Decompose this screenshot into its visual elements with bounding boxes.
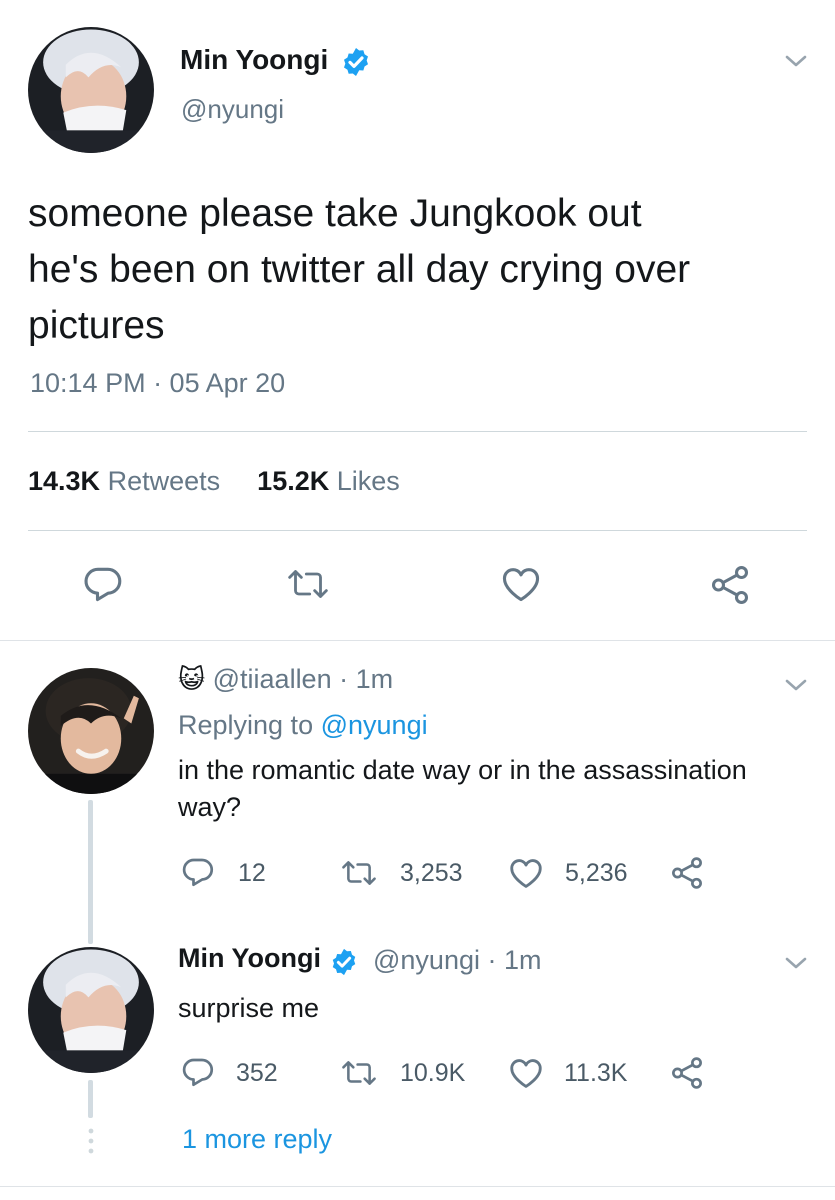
reply-header: 😺 @tiiaallen · 1m bbox=[178, 664, 393, 695]
chevron-down-icon[interactable] bbox=[781, 670, 811, 700]
reply-count: 12 bbox=[238, 859, 266, 887]
more-replies-link[interactable]: 1 more reply bbox=[182, 1124, 332, 1155]
retweets-stat[interactable]: 14.3K Retweets bbox=[28, 466, 228, 496]
divider bbox=[28, 530, 807, 531]
reply-handle-time: @nyungi · 1m bbox=[373, 945, 542, 976]
cat-emoji-icon: 😺 bbox=[178, 664, 206, 694]
verified-badge-icon bbox=[329, 947, 359, 977]
likes-stat[interactable]: 15.2K Likes bbox=[257, 466, 400, 496]
divider bbox=[0, 1186, 835, 1187]
reply-icon[interactable] bbox=[81, 562, 125, 606]
like-icon[interactable] bbox=[499, 562, 543, 606]
retweets-count: 14.3K bbox=[28, 466, 101, 496]
retweets-label: Retweets bbox=[107, 466, 221, 496]
author-name[interactable]: Min Yoongi bbox=[180, 44, 328, 76]
reply-icon[interactable] bbox=[180, 1054, 216, 1090]
reply-handle[interactable]: @nyungi bbox=[373, 945, 480, 975]
chevron-down-icon[interactable] bbox=[781, 46, 811, 76]
likes-count: 15.2K bbox=[257, 466, 330, 496]
reply-time: · 1m bbox=[339, 664, 394, 694]
share-icon[interactable] bbox=[707, 562, 753, 608]
tweet-text: someone please take Jungkook out he's be… bbox=[28, 186, 690, 354]
reply-icon[interactable] bbox=[180, 854, 216, 890]
tweet-text-line: pictures bbox=[28, 304, 165, 347]
likes-label: Likes bbox=[336, 466, 400, 496]
like-icon[interactable] bbox=[507, 1054, 545, 1092]
retweet-count: 3,253 bbox=[400, 859, 463, 887]
reply-author-name[interactable]: Min Yoongi bbox=[178, 943, 321, 973]
reply-avatar[interactable] bbox=[28, 947, 154, 1073]
reply-time: · 1m bbox=[487, 945, 542, 975]
reply-text-line: in the romantic date way or in the assas… bbox=[178, 755, 747, 785]
retweet-count: 10.9K bbox=[400, 1059, 466, 1087]
chevron-down-icon[interactable] bbox=[781, 948, 811, 978]
retweet-icon[interactable] bbox=[340, 856, 378, 890]
replying-to-label: Replying to bbox=[178, 710, 314, 740]
author-avatar[interactable] bbox=[28, 27, 154, 153]
like-count: 5,236 bbox=[565, 859, 628, 887]
divider bbox=[0, 640, 835, 641]
reply-avatar[interactable] bbox=[28, 668, 154, 794]
replying-to-handle-link[interactable]: @nyungi bbox=[321, 710, 428, 740]
reply-text-line: surprise me bbox=[178, 993, 320, 1023]
tweet-stats: 14.3K Retweets 15.2K Likes bbox=[28, 466, 400, 497]
tweet-timestamp[interactable]: 10:14 PM · 05 Apr 20 bbox=[30, 368, 285, 399]
share-icon[interactable] bbox=[668, 1054, 706, 1092]
replying-to: Replying to @nyungi bbox=[178, 710, 428, 741]
tweet-text-line: someone please take Jungkook out bbox=[28, 192, 642, 235]
reply-text-line: way? bbox=[178, 792, 242, 822]
retweet-icon[interactable] bbox=[286, 564, 330, 604]
reply-handle[interactable]: @tiiaallen bbox=[213, 664, 332, 694]
reply-text: surprise me bbox=[178, 990, 319, 1027]
verified-badge-icon bbox=[340, 46, 372, 78]
reply-count: 352 bbox=[236, 1059, 278, 1087]
retweet-icon[interactable] bbox=[340, 1056, 378, 1090]
thread-line bbox=[88, 1080, 93, 1118]
reply-text: in the romantic date way or in the assas… bbox=[178, 752, 747, 826]
reply-header: Min Yoongi bbox=[178, 943, 321, 974]
like-icon[interactable] bbox=[507, 854, 545, 892]
share-icon[interactable] bbox=[668, 854, 706, 892]
thread-line bbox=[88, 800, 93, 944]
thread-dots-icon bbox=[87, 1128, 95, 1156]
author-handle[interactable]: @nyungi bbox=[181, 94, 284, 125]
like-count: 11.3K bbox=[564, 1059, 628, 1087]
tweet-text-line: he's been on twitter all day crying over bbox=[28, 248, 691, 291]
divider bbox=[28, 431, 807, 432]
